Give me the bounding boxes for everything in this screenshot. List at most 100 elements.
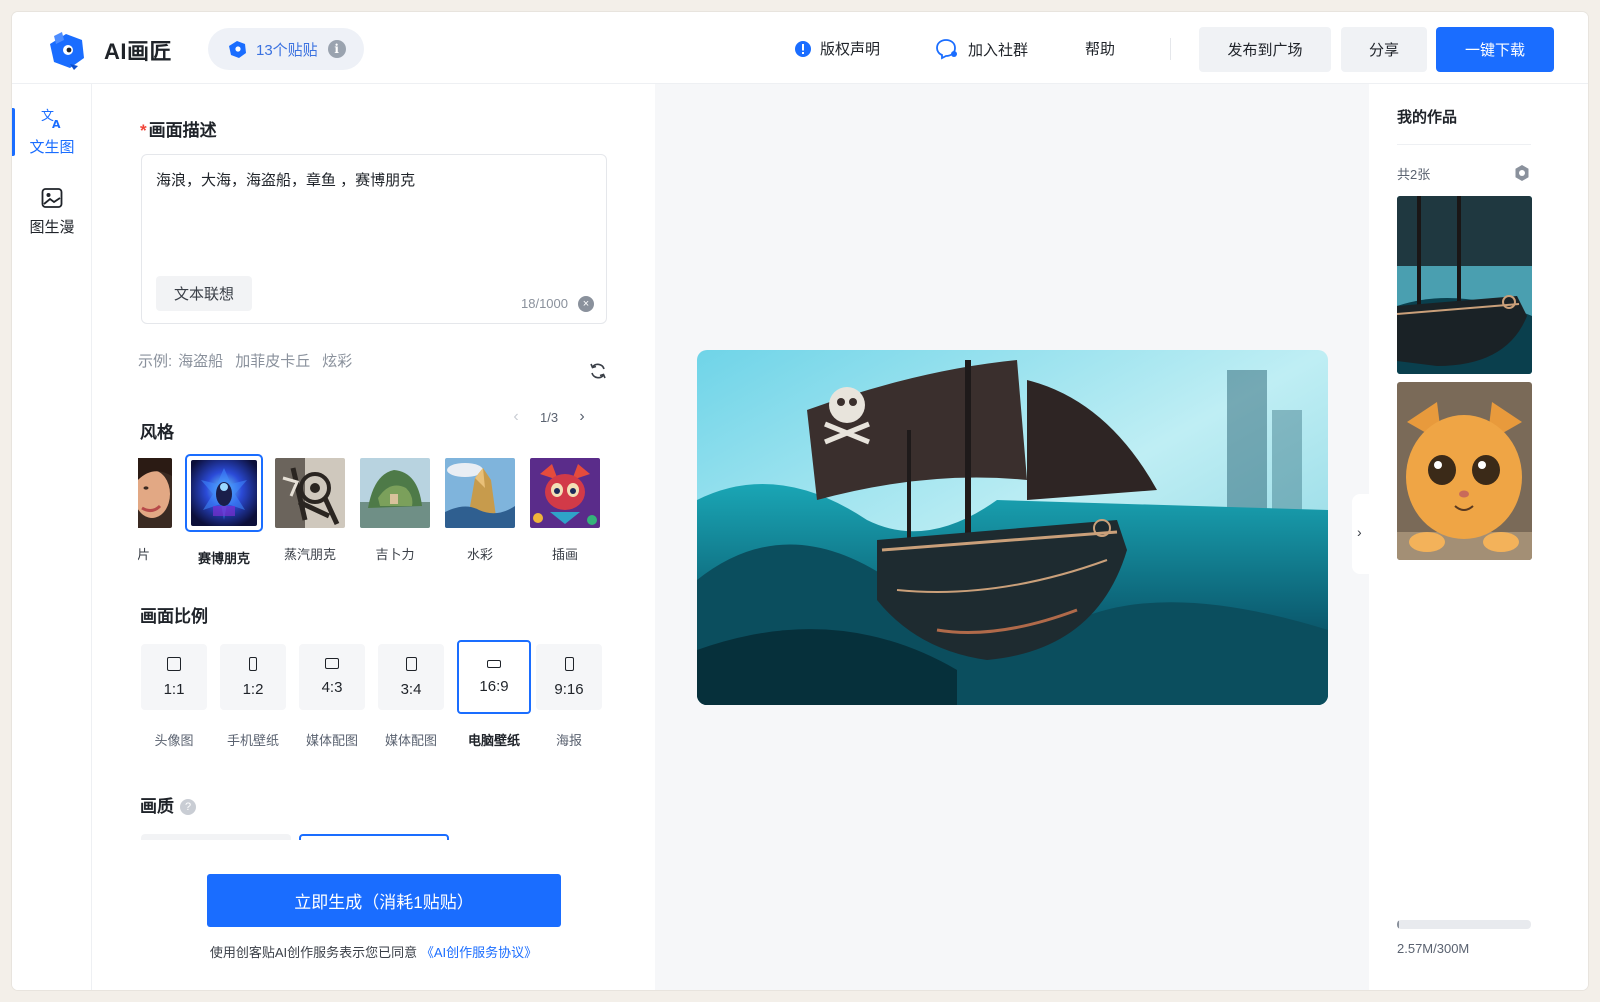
copyright-link[interactable]: 版权声明 bbox=[794, 38, 880, 59]
publish-button[interactable]: 发布到广场 bbox=[1199, 27, 1331, 72]
ratio-option-1-2[interactable]: 1:2 手机壁纸 bbox=[220, 644, 286, 749]
mascot-icon bbox=[229, 41, 246, 58]
gallery-divider bbox=[1397, 144, 1531, 145]
translate-icon: 文 A bbox=[41, 109, 61, 130]
ratio-box: 1:2 bbox=[220, 644, 286, 710]
ratio-title: 画面比例 bbox=[140, 607, 208, 626]
style-thumbnail bbox=[360, 458, 430, 528]
style-label: 插画 bbox=[551, 547, 578, 562]
style-label: 吉卜力 bbox=[375, 547, 415, 562]
quality-option-hd[interactable] bbox=[299, 834, 449, 840]
portrait-shape-icon bbox=[405, 656, 417, 671]
ratio-label: 媒体配图 bbox=[305, 733, 358, 748]
settings-icon[interactable] bbox=[1513, 164, 1531, 182]
agreement-text: 使用创客贴AI创作服务表示您已同意 《AI创作服务协议》 bbox=[209, 945, 538, 960]
rail-label: 文生图 bbox=[29, 139, 75, 156]
style-item-steampunk[interactable]: 蒸汽朋克 bbox=[271, 454, 349, 563]
community-link[interactable]: 加入社群 bbox=[934, 38, 1028, 60]
style-item-cyberpunk[interactable]: 赛博朋克 bbox=[185, 454, 263, 567]
next-page-icon[interactable]: › bbox=[574, 408, 590, 426]
work-thumbnail[interactable] bbox=[1397, 382, 1532, 560]
prev-page-icon[interactable]: ‹ bbox=[508, 408, 524, 426]
generated-image[interactable] bbox=[697, 350, 1328, 705]
storage-progress bbox=[1397, 920, 1531, 929]
style-thumbnail bbox=[275, 458, 345, 528]
ratio-option-16-9[interactable]: 16:9 电脑壁纸 bbox=[457, 640, 531, 749]
rail-item-text-to-image[interactable]: 文 A 文生图 bbox=[12, 106, 92, 157]
required-mark: * bbox=[140, 121, 147, 140]
ratio-label: 媒体配图 bbox=[384, 733, 437, 748]
alert-icon bbox=[795, 40, 811, 57]
rail-item-image-to-comic[interactable]: 图生漫 bbox=[12, 186, 92, 237]
refresh-icon[interactable] bbox=[588, 361, 608, 381]
my-works-panel: 我的作品 共2张 2.57M/300M bbox=[1369, 84, 1588, 990]
prompt-value[interactable]: 海浪，大海，海盗船，章鱼 ，赛博朋克 bbox=[156, 169, 415, 190]
ratio-value: 1:1 bbox=[163, 680, 185, 698]
style-item-ghibli[interactable]: 吉卜力 bbox=[356, 454, 434, 563]
ratio-option-1-1[interactable]: 1:1 头像图 bbox=[141, 644, 207, 749]
ratio-box: 1:1 bbox=[141, 644, 207, 710]
chevron-right-icon: › bbox=[1357, 524, 1362, 540]
clear-icon[interactable]: × bbox=[578, 296, 594, 312]
landscape-shape-icon bbox=[325, 658, 339, 669]
ratio-box: 16:9 bbox=[457, 640, 531, 714]
prompt-textarea[interactable]: 海浪，大海，海盗船，章鱼 ，赛博朋克 文本联想 18/1000 × bbox=[141, 154, 607, 324]
ratio-box: 4:3 bbox=[299, 644, 365, 710]
logo-icon bbox=[50, 32, 84, 70]
app-window: AI画匠 13个贴贴 i 版权声明 加入社群 帮助 发布到广场 分享 一键下载 … bbox=[12, 12, 1588, 990]
style-label: 水彩 bbox=[466, 547, 493, 562]
style-item-photo[interactable]: 照片 bbox=[138, 454, 176, 563]
community-label: 加入社群 bbox=[968, 41, 1029, 59]
quality-title: 画质? bbox=[140, 792, 196, 817]
mode-rail: 文 A 文生图 图生漫 bbox=[12, 84, 92, 990]
ratio-option-4-3[interactable]: 4:3 媒体配图 bbox=[299, 644, 365, 749]
ratio-value: 3:4 bbox=[400, 680, 422, 698]
style-item-watercolor[interactable]: 水彩 bbox=[441, 454, 519, 563]
style-thumbnail bbox=[185, 454, 263, 532]
ratio-value: 16:9 bbox=[479, 677, 509, 695]
app-title: AI画匠 bbox=[104, 39, 173, 64]
portrait-shape-icon bbox=[249, 656, 257, 671]
help-icon[interactable]: ? bbox=[180, 799, 196, 815]
quality-option-standard[interactable] bbox=[141, 834, 291, 840]
svg-text:A: A bbox=[52, 118, 61, 130]
top-header: AI画匠 13个贴贴 i 版权声明 加入社群 帮助 发布到广场 分享 一键下载 bbox=[12, 12, 1588, 84]
ratio-label: 海报 bbox=[555, 733, 582, 748]
wide-shape-icon bbox=[487, 659, 501, 668]
example-prompts: 示例: 海盗船 加菲皮卡丘 炫彩 bbox=[138, 350, 364, 371]
example-item[interactable]: 海盗船 bbox=[178, 350, 223, 371]
work-thumbnail[interactable] bbox=[1397, 196, 1532, 374]
style-label: 蒸汽朋克 bbox=[283, 547, 336, 562]
generate-button[interactable]: 立即生成（消耗1贴贴） bbox=[207, 874, 561, 927]
image-icon bbox=[41, 188, 63, 208]
example-item[interactable]: 炫彩 bbox=[322, 350, 352, 371]
char-counter: 18/1000 bbox=[521, 296, 568, 311]
help-link[interactable]: 帮助 bbox=[1085, 38, 1115, 59]
ratio-value: 9:16 bbox=[554, 680, 584, 698]
preview-canvas: › bbox=[655, 84, 1372, 990]
ratio-option-3-4[interactable]: 3:4 媒体配图 bbox=[378, 644, 444, 749]
style-label: 照片 bbox=[138, 547, 150, 562]
share-button[interactable]: 分享 bbox=[1341, 27, 1427, 72]
ratio-box: 3:4 bbox=[378, 644, 444, 710]
style-pager: ‹ 1/3 › bbox=[508, 408, 590, 426]
download-button[interactable]: 一键下载 bbox=[1436, 27, 1554, 72]
style-title: 风格 bbox=[140, 423, 174, 442]
config-panel: * 画面描述 海浪，大海，海盗船，章鱼 ，赛博朋克 文本联想 18/1000 × … bbox=[92, 84, 655, 990]
agreement-link[interactable]: 《AI创作服务协议》 bbox=[421, 945, 537, 960]
text-association-button[interactable]: 文本联想 bbox=[156, 276, 252, 311]
ratio-label: 手机壁纸 bbox=[226, 733, 279, 748]
style-item-illustration[interactable]: 插画 bbox=[526, 454, 604, 563]
ratio-label: 电脑壁纸 bbox=[467, 733, 520, 748]
ratio-box: 9:16 bbox=[536, 644, 602, 710]
ratio-value: 1:2 bbox=[242, 680, 264, 698]
ratio-option-9-16[interactable]: 9:16 海报 bbox=[536, 644, 602, 749]
example-item[interactable]: 加菲皮卡丘 bbox=[235, 350, 310, 371]
style-list: 照片 bbox=[138, 454, 608, 570]
credits-pill[interactable]: 13个贴贴 i bbox=[208, 28, 364, 70]
info-icon[interactable]: i bbox=[327, 40, 346, 58]
gallery-title: 我的作品 bbox=[1397, 109, 1458, 126]
chat-bubble-icon bbox=[936, 39, 957, 60]
page-indicator: 1/3 bbox=[540, 409, 559, 425]
storage-progress-fill bbox=[1397, 920, 1399, 929]
